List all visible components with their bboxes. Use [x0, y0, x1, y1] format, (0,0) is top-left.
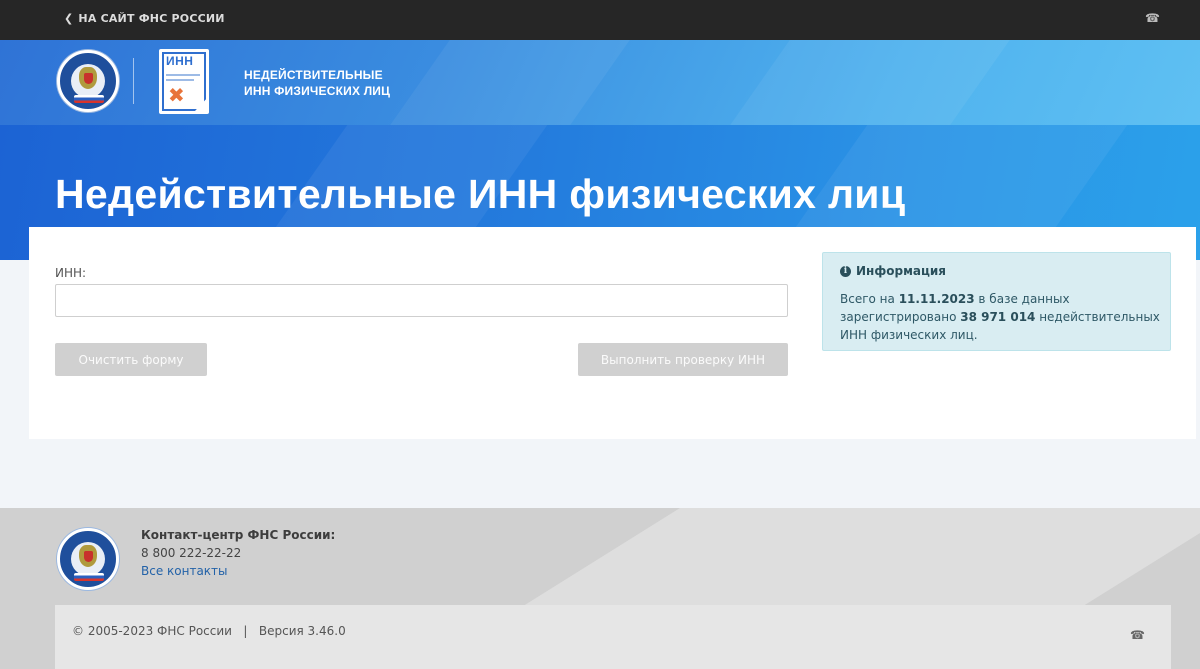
- info-count: 38 971 014: [960, 310, 1036, 324]
- back-to-fns-link[interactable]: ❮ НА САЙТ ФНС РОССИИ: [64, 12, 225, 25]
- inn-field-label: ИНН:: [55, 266, 87, 280]
- page-title: Недействительные ИНН физических лиц: [55, 171, 906, 217]
- check-inn-button[interactable]: Выполнить проверку ИНН: [578, 343, 788, 376]
- logo-divider: [133, 58, 134, 104]
- info-title: i Информация: [840, 264, 946, 278]
- footer: Контакт-центр ФНС России: 8 800 222-22-2…: [0, 508, 1200, 669]
- flag-icon: [74, 95, 104, 103]
- info-title-label: Информация: [856, 264, 946, 278]
- footer-bottom-bar: © 2005-2023 ФНС России | Версия 3.46.0 ☎: [55, 605, 1171, 669]
- contact-title: Контакт-центр ФНС России:: [141, 528, 336, 542]
- info-text-prefix: Всего на: [840, 292, 899, 306]
- info-date: 11.11.2023: [898, 292, 975, 306]
- arrow-left-icon: ❮: [64, 12, 74, 25]
- back-link-label: НА САЙТ ФНС РОССИИ: [78, 12, 225, 25]
- flag-icon: [74, 573, 104, 581]
- fns-emblem-logo[interactable]: [57, 50, 119, 112]
- cross-icon: ✖: [168, 83, 185, 107]
- app-name: НЕДЕЙСТВИТЕЛЬНЫЕ ИНН ФИЗИЧЕСКИХ ЛИЦ: [244, 67, 390, 99]
- top-bar: ❮ НА САЙТ ФНС РОССИИ ☎: [0, 0, 1200, 40]
- info-text: Всего на 11.11.2023 в базе данных зареги…: [840, 290, 1160, 344]
- main-card: ИНН: Очистить форму Выполнить проверку И…: [29, 227, 1196, 439]
- app-name-line1: НЕДЕЙСТВИТЕЛЬНЫЕ: [244, 68, 383, 82]
- inn-document-logo: ИНН ✖: [159, 49, 209, 114]
- info-icon: i: [840, 265, 851, 277]
- phone-icon[interactable]: ☎: [1130, 628, 1145, 642]
- app-name-line2: ИНН ФИЗИЧЕСКИХ ЛИЦ: [244, 84, 391, 98]
- copyright-text: © 2005-2023 ФНС России | Версия 3.46.0: [72, 624, 346, 638]
- inn-input[interactable]: [55, 284, 788, 317]
- contact-block: Контакт-центр ФНС России: 8 800 222-22-2…: [141, 526, 335, 580]
- contact-phone: 8 800 222-22-22: [141, 546, 242, 560]
- doc-logo-label: ИНН: [166, 54, 194, 68]
- footer-fns-emblem: [57, 528, 119, 590]
- phone-icon[interactable]: ☎: [1145, 11, 1160, 25]
- clear-form-button[interactable]: Очистить форму: [55, 343, 207, 376]
- info-panel: i Информация Всего на 11.11.2023 в базе …: [822, 252, 1171, 351]
- all-contacts-link[interactable]: Все контакты: [141, 564, 228, 578]
